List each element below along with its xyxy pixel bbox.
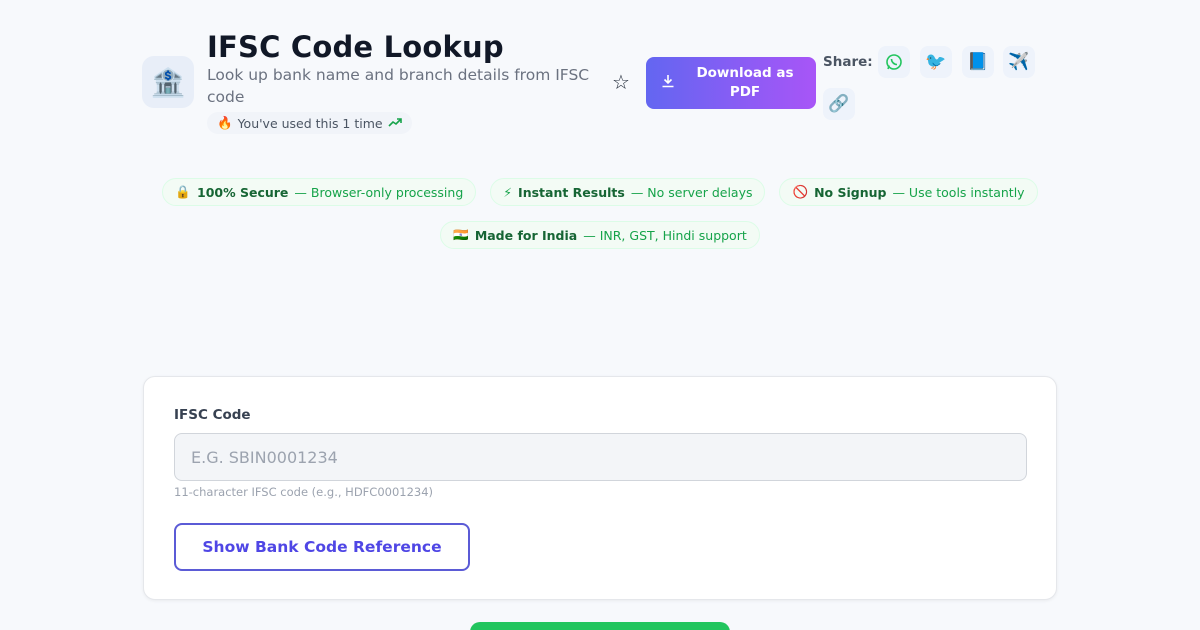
badge-desc: — Use tools instantly <box>892 184 1025 200</box>
badge-desc: — No server delays <box>630 184 753 200</box>
whatsapp-icon[interactable] <box>878 46 910 78</box>
india-flag-icon: 🇮🇳 <box>453 227 469 242</box>
lock-icon: 🔒 <box>175 184 191 199</box>
feature-badges-row-1: 🔒 100% Secure — Browser-only processing … <box>0 178 1200 206</box>
page-header: 🏦 IFSC Code Lookup Look up bank name and… <box>142 30 1042 140</box>
ifsc-hint: 11-character IFSC code (e.g., HDFC000123… <box>174 485 434 499</box>
badge-title: Made for India <box>474 227 578 243</box>
page-title: IFSC Code Lookup <box>207 30 504 64</box>
badge-title: Instant Results <box>518 184 625 200</box>
lightning-icon: ⚡ <box>503 184 513 200</box>
telegram-icon[interactable]: ✈️ <box>1003 46 1035 78</box>
facebook-icon[interactable]: 📘 <box>962 46 994 78</box>
badge-desc: — Browser-only processing <box>294 184 464 200</box>
badge-secure: 🔒 100% Secure — Browser-only processing <box>162 178 477 206</box>
share-label: Share: <box>823 54 873 70</box>
badge-india: 🇮🇳 Made for India — INR, GST, Hindi supp… <box>440 221 760 249</box>
twitter-icon[interactable]: 🐦 <box>920 46 952 78</box>
ifsc-input[interactable] <box>174 433 1027 481</box>
usage-counter: 🔥 You've used this 1 time <box>207 112 412 134</box>
download-pdf-button[interactable]: Download as PDF <box>646 57 816 109</box>
ifsc-label: IFSC Code <box>174 407 251 423</box>
bank-icon: 🏦 <box>142 56 194 108</box>
fire-icon: 🔥 <box>217 115 233 130</box>
show-bank-code-reference-button[interactable]: Show Bank Code Reference <box>174 523 470 571</box>
star-icon[interactable]: ☆ <box>610 70 632 94</box>
usage-text: You've used this 1 time <box>237 115 383 131</box>
badge-desc: — INR, GST, Hindi support <box>583 227 747 243</box>
feature-badges-row-2: 🇮🇳 Made for India — INR, GST, Hindi supp… <box>0 221 1200 249</box>
lookup-button[interactable] <box>470 622 730 630</box>
no-entry-icon: 🚫 <box>792 184 809 199</box>
download-icon <box>646 74 690 92</box>
badge-instant: ⚡ Instant Results — No server delays <box>490 178 766 206</box>
trending-up-icon <box>388 116 402 130</box>
link-icon[interactable]: 🔗 <box>823 88 855 120</box>
badge-no-signup: 🚫 No Signup — Use tools instantly <box>779 178 1038 206</box>
lookup-card: IFSC Code 11-character IFSC code (e.g., … <box>143 376 1057 600</box>
download-pdf-label: Download as PDF <box>696 65 794 100</box>
page-subtitle: Look up bank name and branch details fro… <box>207 66 590 106</box>
badge-title: No Signup <box>814 184 887 200</box>
badge-title: 100% Secure <box>197 184 289 200</box>
